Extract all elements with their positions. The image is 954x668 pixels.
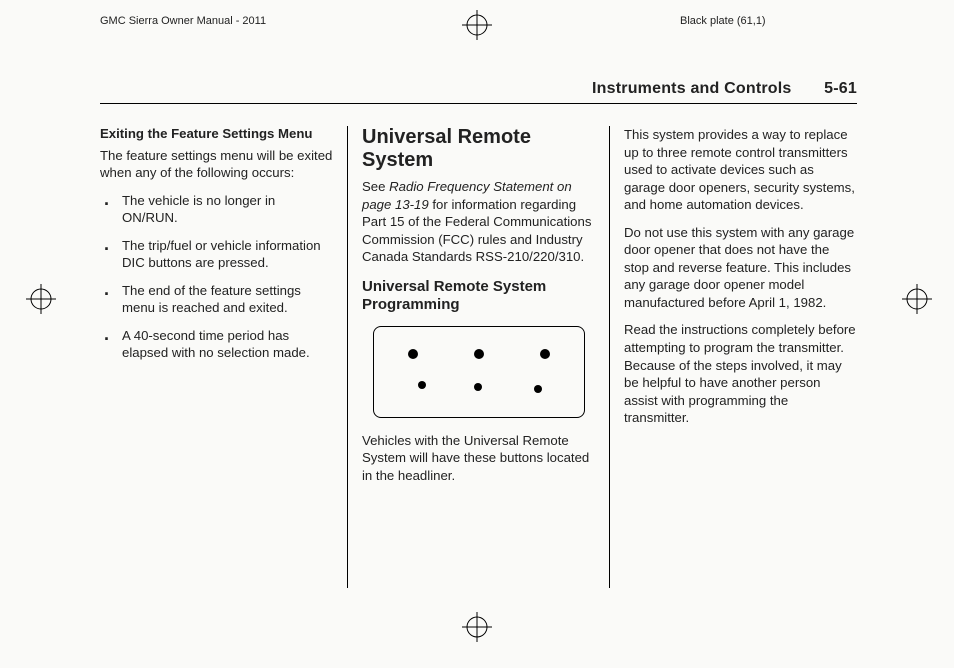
list-item: The vehicle is no longer in ON/RUN. <box>100 192 333 227</box>
remote-indicator-icon <box>418 381 426 389</box>
list-item: A 40-second time period has elapsed with… <box>100 327 333 362</box>
remote-button-icon <box>540 349 550 359</box>
fcc-paragraph: See Radio Frequency Statement on page 13… <box>362 178 595 266</box>
print-meta-right: Black plate (61,1) <box>680 14 766 29</box>
page-number: 5-61 <box>824 80 857 97</box>
header-rule <box>100 103 857 104</box>
remote-indicator-icon <box>474 383 482 391</box>
page-body: Instruments and Controls 5-61 Exiting th… <box>100 78 857 588</box>
chapter-title: Instruments and Controls <box>592 80 791 97</box>
column-1: Exiting the Feature Settings Menu The fe… <box>100 126 347 588</box>
registration-mark-right <box>902 284 932 314</box>
remote-button-icon <box>408 349 418 359</box>
print-meta-left: GMC Sierra Owner Manual - 2011 <box>100 14 266 29</box>
registration-mark-top <box>462 10 492 40</box>
list-item: The end of the feature settings menu is … <box>100 282 333 317</box>
list-item: The trip/fuel or vehicle information DIC… <box>100 237 333 272</box>
running-header: Instruments and Controls 5-61 <box>592 78 857 99</box>
registration-mark-bottom <box>462 612 492 642</box>
column-3: This system provides a way to replace up… <box>609 126 857 588</box>
instructions-paragraph: Read the instructions completely before … <box>624 321 857 426</box>
exit-conditions-list: The vehicle is no longer in ON/RUN. The … <box>100 192 333 362</box>
text-run: See <box>362 179 389 194</box>
headliner-paragraph: Vehicles with the Universal Remote Syste… <box>362 432 595 485</box>
column-2: Universal Remote System See Radio Freque… <box>347 126 609 588</box>
exiting-menu-heading: Exiting the Feature Settings Menu <box>100 126 333 143</box>
remote-button-icon <box>474 349 484 359</box>
remote-buttons-illustration <box>373 326 585 418</box>
programming-heading: Universal Remote System Programming <box>362 278 595 314</box>
universal-remote-heading: Universal Remote System <box>362 126 595 172</box>
system-description-paragraph: This system provides a way to replace up… <box>624 126 857 214</box>
columns: Exiting the Feature Settings Menu The fe… <box>100 126 857 588</box>
warning-paragraph: Do not use this system with any garage d… <box>624 224 857 312</box>
exiting-menu-intro: The feature settings menu will be exited… <box>100 147 333 182</box>
registration-mark-left <box>26 284 56 314</box>
remote-indicator-icon <box>534 385 542 393</box>
